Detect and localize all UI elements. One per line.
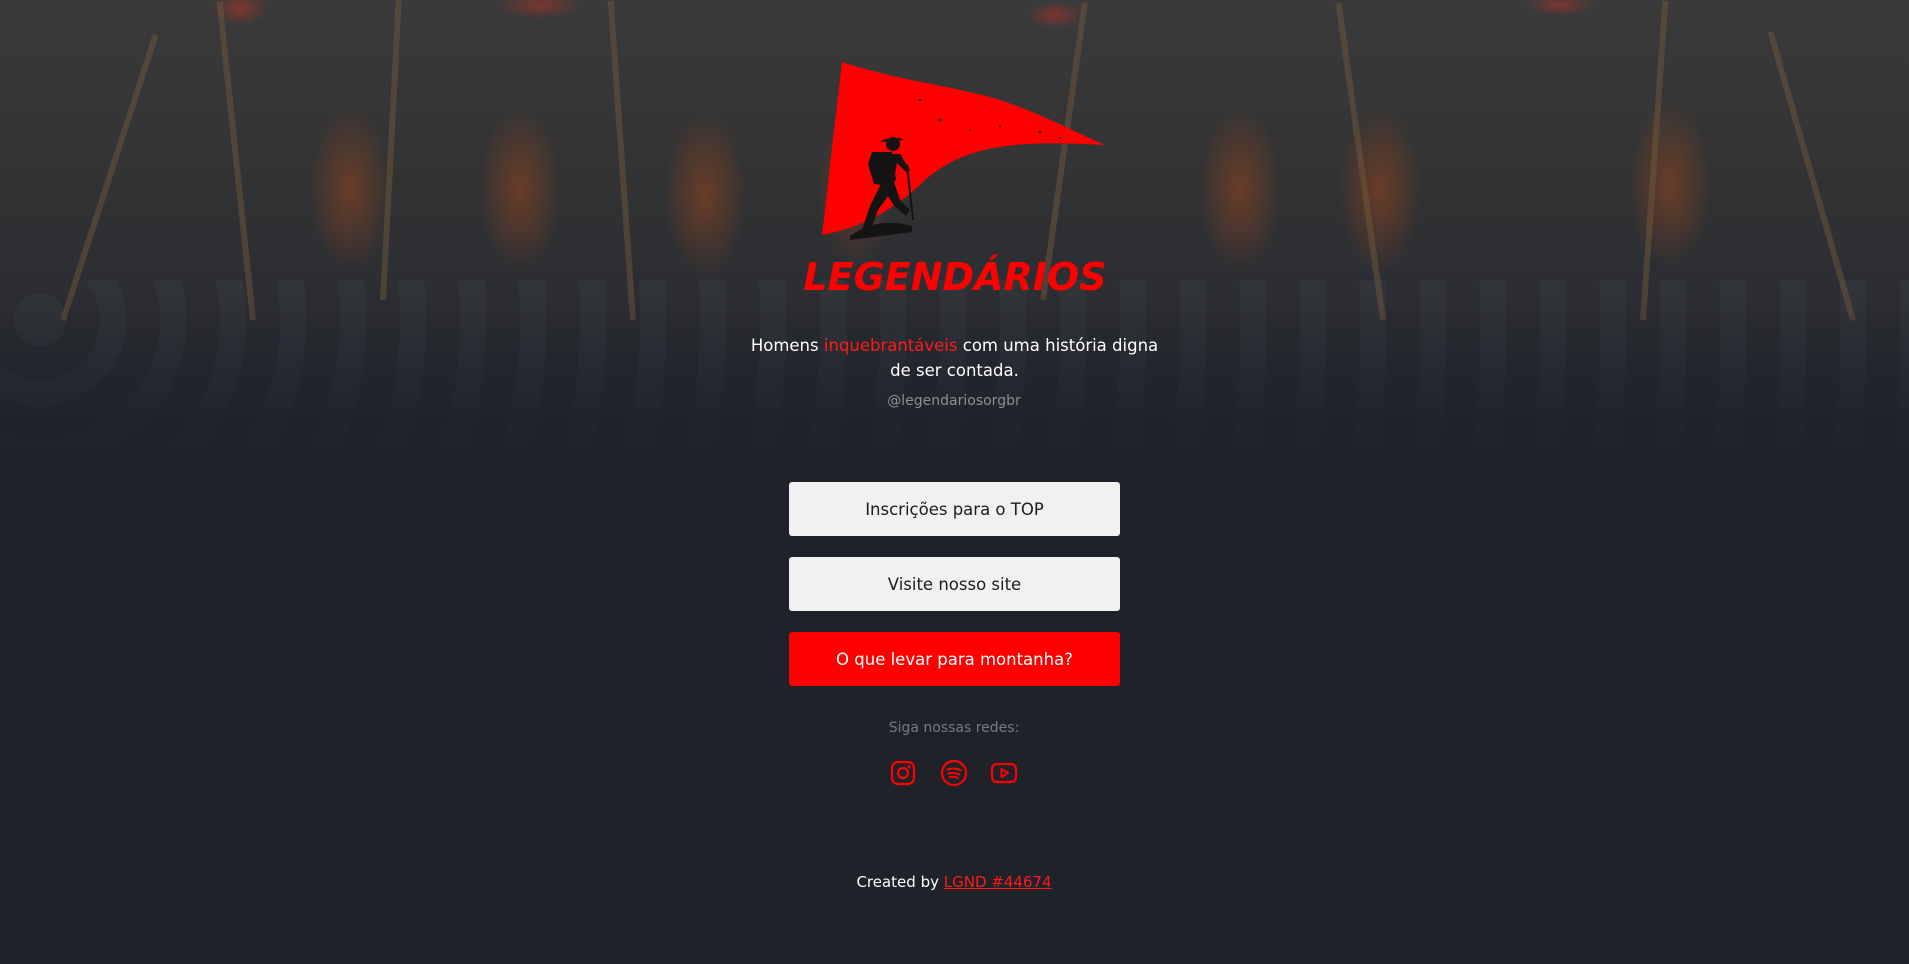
logo-wordmark: LEGENDÁRIOS <box>803 255 1107 299</box>
legendarios-logo: LEGENDÁRIOS <box>800 60 1110 305</box>
tagline-accent-word: inquebrantáveis <box>823 336 958 355</box>
instagram-icon[interactable] <box>887 757 919 789</box>
visit-site-button[interactable]: Visite nosso site <box>789 557 1120 611</box>
youtube-icon[interactable] <box>988 757 1020 789</box>
tagline: Homens inquebrantáveis com uma história … <box>740 333 1169 383</box>
footer-prefix: Created by <box>856 873 944 891</box>
content: LEGENDÁRIOS Homens inquebrantáveis com u… <box>0 0 1909 964</box>
spotify-icon[interactable] <box>938 757 970 789</box>
page: LEGENDÁRIOS Homens inquebrantáveis com u… <box>0 0 1909 964</box>
what-to-bring-button[interactable]: O que levar para montanha? <box>789 632 1120 686</box>
inscricoes-top-button[interactable]: Inscrições para o TOP <box>789 482 1120 536</box>
follow-label: Siga nossas redes: <box>888 720 1020 736</box>
instagram-handle: @legendariosorgbr <box>887 393 1021 409</box>
footer-credit: Created by LGND #44674 <box>704 873 1204 891</box>
tagline-text-start: Homens <box>750 336 824 355</box>
flag-hiker-icon <box>822 62 1105 240</box>
creator-link[interactable]: LGND #44674 <box>944 873 1052 891</box>
